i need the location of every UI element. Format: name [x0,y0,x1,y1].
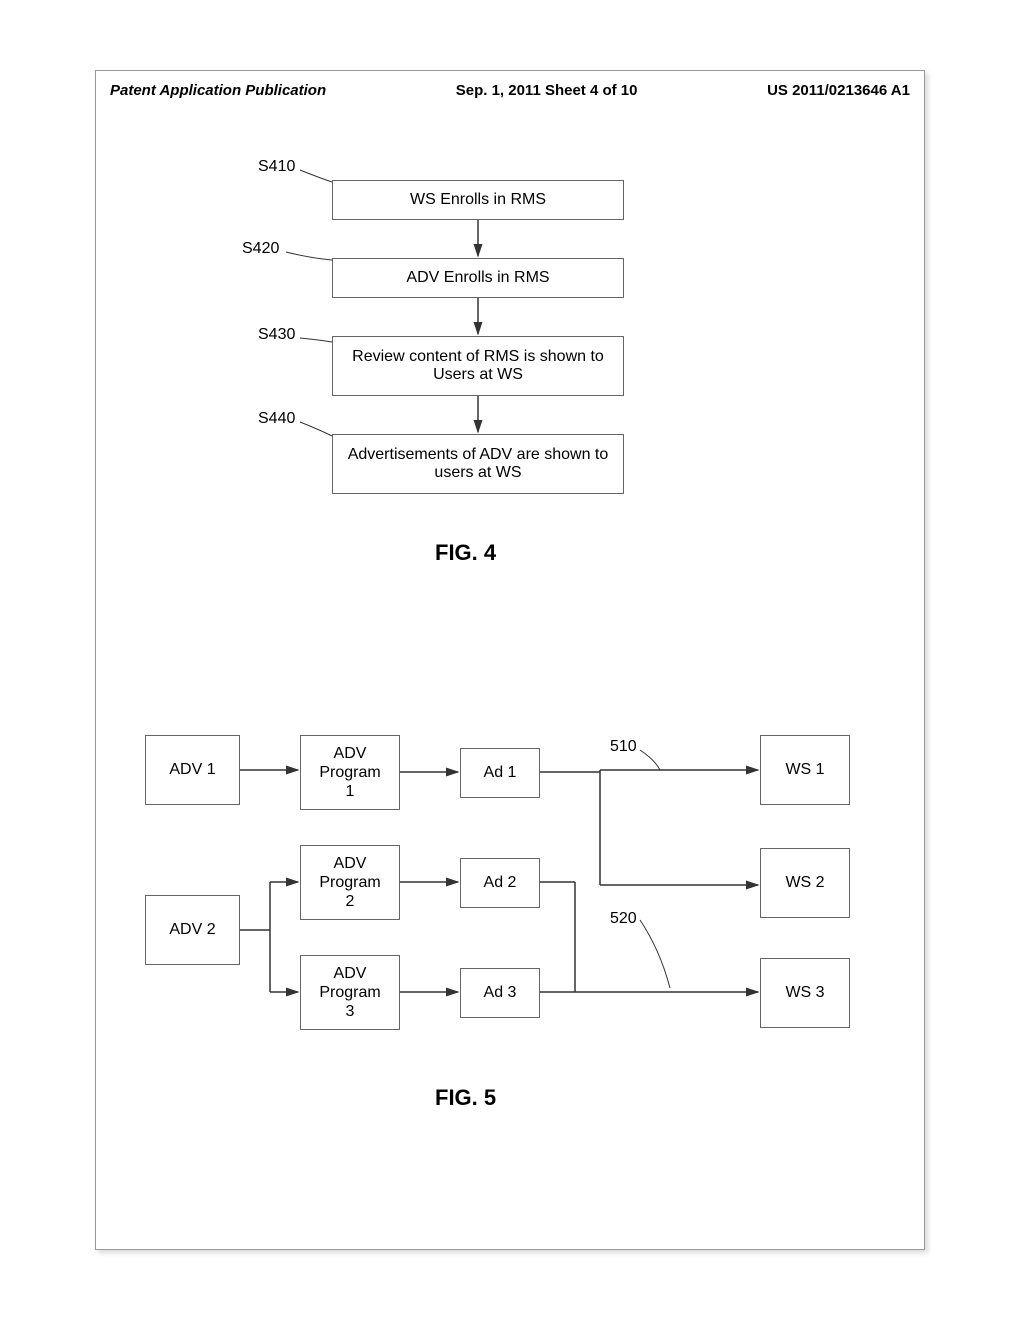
fig5-ws1: WS 1 [760,735,850,805]
fig5-ref-510: 510 [610,738,637,756]
fig4-s440-ref: S440 [258,410,295,428]
fig4-s430-ref: S430 [258,326,295,344]
fig5-adv2-text: ADV 2 [169,921,215,939]
fig5-ad1-text: Ad 1 [484,764,517,782]
fig5-adv2: ADV 2 [145,895,240,965]
fig5-prog2-line2: Program [319,873,380,892]
page-border [95,70,925,1250]
fig4-label: FIG. 4 [435,540,496,566]
fig5-prog3: ADV Program 3 [300,955,400,1030]
header-mid: Sep. 1, 2011 Sheet 4 of 10 [456,82,638,99]
fig5-ad1: Ad 1 [460,748,540,798]
fig5-ad2-text: Ad 2 [484,874,517,892]
fig4-s440-text: Advertisements of ADV are shown to users… [337,446,619,482]
fig4-s430-text: Review content of RMS is shown to Users … [337,348,619,384]
fig4-step-s420: ADV Enrolls in RMS [332,258,624,298]
fig5-prog2-line1: ADV [334,854,367,873]
fig4-s420-ref: S420 [242,240,279,258]
header-left: Patent Application Publication [110,82,326,99]
fig5-adv1-text: ADV 1 [169,761,215,779]
fig5-ws1-text: WS 1 [785,761,824,779]
fig4-s410-text: WS Enrolls in RMS [410,191,546,209]
fig5-prog1-line3: 1 [346,782,355,801]
fig5-ws2: WS 2 [760,848,850,918]
fig5-ws2-text: WS 2 [785,874,824,892]
page-header: Patent Application Publication Sep. 1, 2… [110,82,910,99]
fig5-prog1-line1: ADV [334,744,367,763]
fig5-prog2: ADV Program 2 [300,845,400,920]
fig5-ref-520: 520 [610,910,637,928]
fig5-adv1: ADV 1 [145,735,240,805]
fig5-prog3-line3: 3 [346,1002,355,1021]
fig5-prog2-line3: 2 [346,892,355,911]
fig5-prog3-line1: ADV [334,964,367,983]
fig5-ad2: Ad 2 [460,858,540,908]
fig5-prog3-line2: Program [319,983,380,1002]
fig5-ad3-text: Ad 3 [484,984,517,1002]
fig4-step-s410: WS Enrolls in RMS [332,180,624,220]
fig4-s420-text: ADV Enrolls in RMS [406,269,549,287]
fig4-step-s430: Review content of RMS is shown to Users … [332,336,624,396]
fig4-s410-ref: S410 [258,158,295,176]
header-right: US 2011/0213646 A1 [767,82,910,99]
fig5-prog1: ADV Program 1 [300,735,400,810]
fig5-prog1-line2: Program [319,763,380,782]
fig5-ws3-text: WS 3 [785,984,824,1002]
fig4-step-s440: Advertisements of ADV are shown to users… [332,434,624,494]
fig5-ad3: Ad 3 [460,968,540,1018]
fig5-ws3: WS 3 [760,958,850,1028]
fig5-label: FIG. 5 [435,1085,496,1111]
